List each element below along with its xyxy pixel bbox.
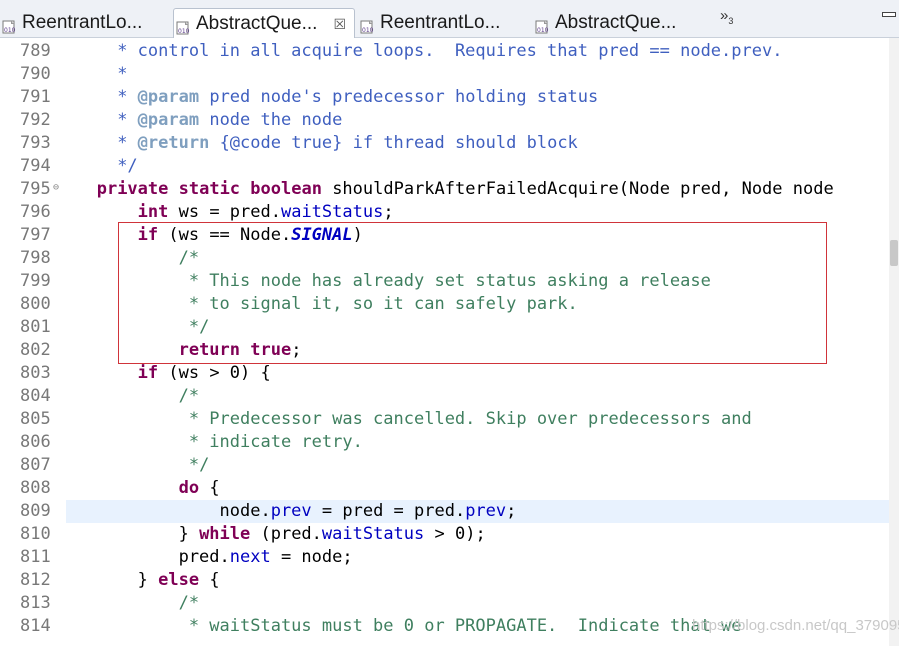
code-text: int ws = pred.waitStatus; bbox=[137, 202, 394, 222]
minimize-view-button[interactable] bbox=[882, 12, 896, 17]
line-number: 800 bbox=[20, 294, 51, 314]
line-number: 791 bbox=[20, 87, 51, 107]
line-number: 806 bbox=[20, 432, 51, 452]
java-class-file-icon: 010 bbox=[535, 15, 551, 34]
tab-4[interactable]: 010 AbstractQue... bbox=[533, 8, 708, 38]
code-line[interactable]: 793 * @return {@code true} if thread sho… bbox=[0, 132, 889, 155]
code-line[interactable]: 812 } else { bbox=[0, 569, 889, 592]
line-number: 793 bbox=[20, 133, 51, 153]
line-number: 807 bbox=[20, 455, 51, 475]
line-number: 808 bbox=[20, 478, 51, 498]
code-line[interactable]: 794 */ bbox=[0, 155, 889, 178]
code-line[interactable]: 790 * bbox=[0, 63, 889, 86]
line-number: 814 bbox=[20, 616, 51, 636]
code-line[interactable]: 808 do { bbox=[0, 477, 889, 500]
line-number: 805 bbox=[20, 409, 51, 429]
editor-tab-bar: 010 ReentrantLo... 010 AbstractQue... ☒ 010 Re… bbox=[0, 0, 899, 38]
svg-text:010: 010 bbox=[4, 27, 16, 34]
line-number: 797 bbox=[20, 225, 51, 245]
tab-3[interactable]: 010 ReentrantLo... bbox=[358, 8, 530, 38]
code-text: * @return {@code true} if thread should … bbox=[106, 133, 578, 153]
code-text: * Predecessor was cancelled. Skip over p… bbox=[178, 409, 752, 429]
line-number: 809 bbox=[20, 501, 51, 521]
code-line[interactable]: 796 int ws = pred.waitStatus; bbox=[0, 201, 889, 224]
close-tab-icon[interactable]: ☒ bbox=[333, 9, 346, 39]
highlight-annotation-box bbox=[118, 222, 827, 364]
java-class-file-icon: 010 bbox=[360, 15, 376, 34]
tab-label: AbstractQue... bbox=[196, 13, 318, 34]
code-text: node.prev = pred = pred.prev; bbox=[66, 501, 517, 521]
code-text: * bbox=[106, 64, 128, 84]
code-text: } else { bbox=[66, 570, 220, 590]
code-line[interactable]: 809 node.prev = pred = pred.prev; bbox=[0, 500, 889, 523]
line-number: 789 bbox=[20, 41, 51, 61]
code-text: /* bbox=[178, 593, 200, 613]
line-number: 801 bbox=[20, 317, 51, 337]
code-text: * waitStatus must be 0 or PROPAGATE. Ind… bbox=[178, 616, 742, 636]
watermark: https://blog.csdn.net/qq_37909508 bbox=[692, 617, 899, 634]
code-text: pred.next = node; bbox=[66, 547, 353, 567]
code-text: */ bbox=[178, 455, 210, 475]
code-text: if (ws > 0) { bbox=[137, 363, 271, 383]
fold-collapse-icon[interactable]: ⊖ bbox=[53, 182, 59, 193]
code-line[interactable]: 791 * @param pred node's predecessor hol… bbox=[0, 86, 889, 109]
line-number: 802 bbox=[20, 340, 51, 360]
tab-label: ReentrantLo... bbox=[380, 12, 501, 33]
scrollbar-thumb[interactable] bbox=[890, 240, 898, 266]
code-line[interactable]: 813 /* bbox=[0, 592, 889, 615]
line-number: 798 bbox=[20, 248, 51, 268]
code-text: private static boolean shouldParkAfterFa… bbox=[96, 179, 834, 199]
svg-text:010: 010 bbox=[537, 27, 549, 34]
line-number: 795 bbox=[20, 179, 51, 199]
tab-label: AbstractQue... bbox=[555, 12, 677, 33]
line-number: 799 bbox=[20, 271, 51, 291]
line-number: 811 bbox=[20, 547, 51, 567]
line-number: 813 bbox=[20, 593, 51, 613]
code-line[interactable]: 789 * control in all acquire loops. Requ… bbox=[0, 40, 889, 63]
line-number: 804 bbox=[20, 386, 51, 406]
code-line[interactable]: 795 ⊖ private static boolean shouldParkAf… bbox=[0, 178, 889, 201]
line-number: 812 bbox=[20, 570, 51, 590]
code-text: * @param pred node's predecessor holding… bbox=[106, 87, 599, 107]
vertical-scrollbar[interactable] bbox=[889, 38, 899, 646]
java-class-file-icon: 010 bbox=[176, 16, 192, 35]
code-text: */ bbox=[106, 156, 138, 176]
code-text: do { bbox=[178, 478, 220, 498]
code-line[interactable]: 792 * @param node the node bbox=[0, 109, 889, 132]
line-number: 810 bbox=[20, 524, 51, 544]
line-number: 794 bbox=[20, 156, 51, 176]
code-line[interactable]: 804 /* bbox=[0, 385, 889, 408]
code-line[interactable]: 811 pred.next = node; bbox=[0, 546, 889, 569]
code-line[interactable]: 806 * indicate retry. bbox=[0, 431, 889, 454]
line-number: 803 bbox=[20, 363, 51, 383]
java-class-file-icon: 010 bbox=[2, 15, 18, 34]
code-text: * indicate retry. bbox=[178, 432, 363, 452]
tab-overflow-button[interactable]: »3 bbox=[720, 8, 733, 29]
tab-2[interactable]: 010 AbstractQue... ☒ bbox=[173, 8, 355, 38]
code-text: * control in all acquire loops. Requires… bbox=[106, 41, 783, 61]
tab-1[interactable]: 010 ReentrantLo... bbox=[0, 8, 170, 38]
code-line[interactable]: 805 * Predecessor was cancelled. Skip ov… bbox=[0, 408, 889, 431]
line-number: 792 bbox=[20, 110, 51, 130]
svg-text:010: 010 bbox=[362, 27, 374, 34]
code-line[interactable]: 803 if (ws > 0) { bbox=[0, 362, 889, 385]
tab-label: ReentrantLo... bbox=[22, 12, 143, 33]
code-text: } while (pred.waitStatus > 0); bbox=[66, 524, 486, 544]
line-number: 790 bbox=[20, 64, 51, 84]
code-line[interactable]: 810 } while (pred.waitStatus > 0); bbox=[0, 523, 889, 546]
svg-text:010: 010 bbox=[178, 28, 190, 35]
code-text: * @param node the node bbox=[106, 110, 343, 130]
code-text: /* bbox=[178, 386, 200, 406]
code-line[interactable]: 807 */ bbox=[0, 454, 889, 477]
line-number: 796 bbox=[20, 202, 51, 222]
